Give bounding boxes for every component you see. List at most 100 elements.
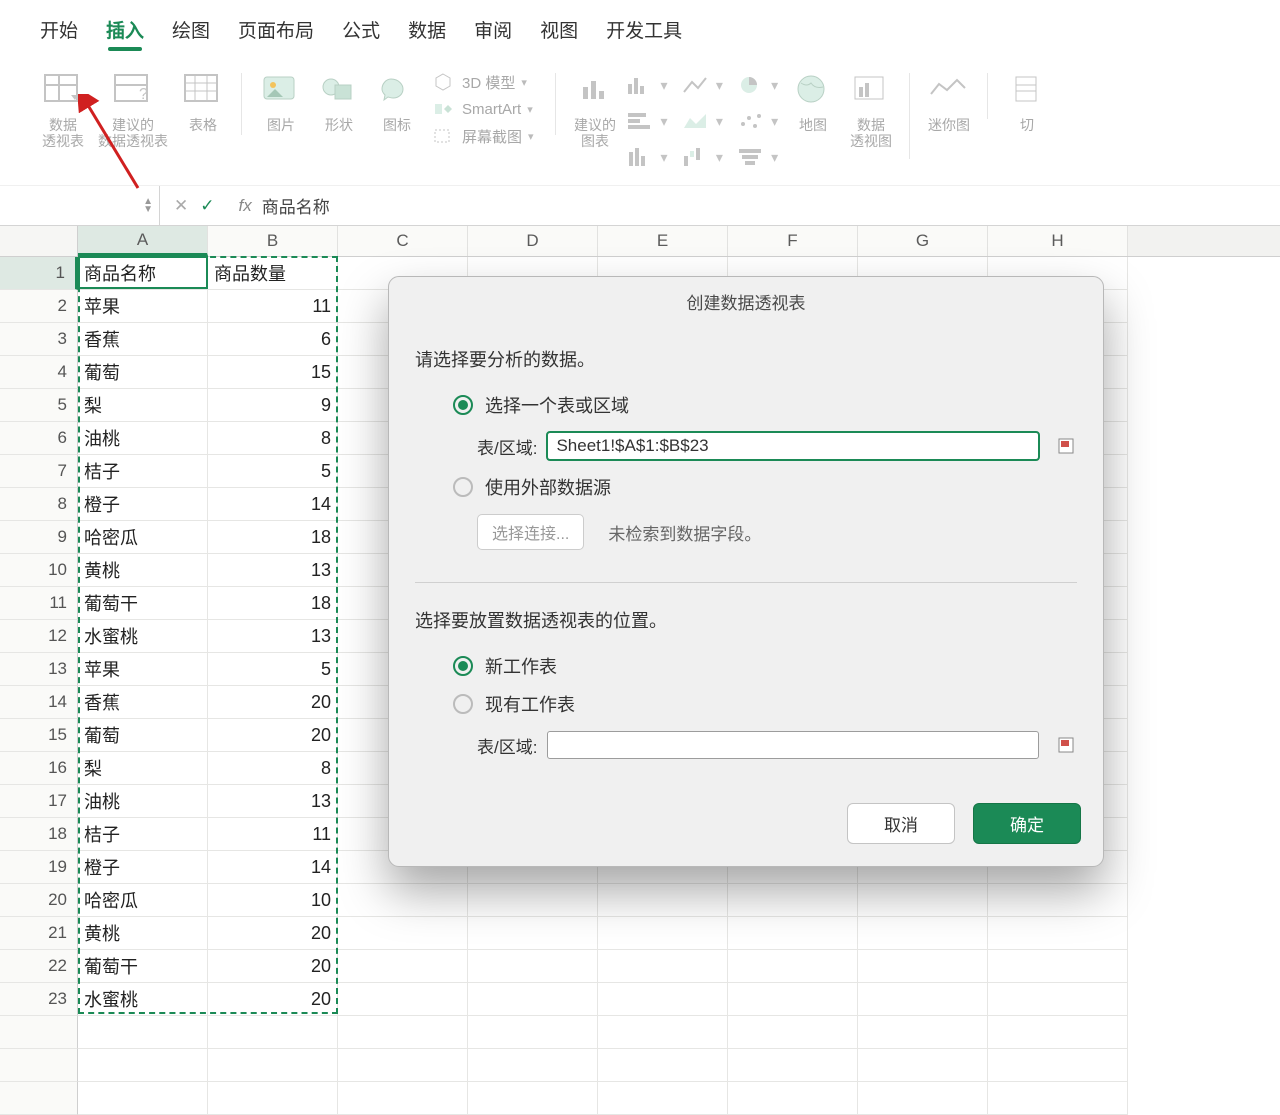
column-header-B[interactable]: B bbox=[208, 226, 338, 256]
cell[interactable]: 哈密瓜 bbox=[78, 884, 208, 917]
cell[interactable]: 5 bbox=[208, 653, 338, 686]
cell[interactable]: 桔子 bbox=[78, 818, 208, 851]
waterfall-icon[interactable]: ▾ bbox=[679, 143, 725, 171]
cell[interactable] bbox=[468, 884, 598, 917]
radio-external-source[interactable] bbox=[453, 477, 473, 497]
row-header[interactable]: 20 bbox=[0, 884, 78, 917]
cell[interactable]: 黄桃 bbox=[78, 917, 208, 950]
range-input[interactable] bbox=[547, 432, 1039, 460]
cell[interactable]: 葡萄干 bbox=[78, 587, 208, 620]
area-chart-icon[interactable]: ▾ bbox=[679, 107, 725, 135]
cell[interactable] bbox=[728, 917, 858, 950]
cell[interactable]: 11 bbox=[208, 290, 338, 323]
cell[interactable]: 黄桃 bbox=[78, 554, 208, 587]
tab-home[interactable]: 开始 bbox=[40, 16, 78, 51]
cell[interactable] bbox=[728, 983, 858, 1016]
cell[interactable] bbox=[728, 950, 858, 983]
column-header-G[interactable]: G bbox=[858, 226, 988, 256]
row-header[interactable]: 22 bbox=[0, 950, 78, 983]
cancel-button[interactable]: 取消 bbox=[847, 803, 955, 844]
formula-value[interactable]: 商品名称 bbox=[262, 193, 330, 218]
choose-connection-button[interactable]: 选择连接... bbox=[477, 514, 584, 550]
cell[interactable]: 8 bbox=[208, 422, 338, 455]
radio-select-range[interactable] bbox=[453, 395, 473, 415]
pivotchart-button[interactable]: 数据 透视图 bbox=[842, 67, 900, 149]
column-header-F[interactable]: F bbox=[728, 226, 858, 256]
cell[interactable]: 香蕉 bbox=[78, 323, 208, 356]
radio-existing-sheet[interactable] bbox=[453, 694, 473, 714]
radio-new-sheet[interactable] bbox=[453, 656, 473, 676]
row-header[interactable]: 1 bbox=[0, 257, 78, 290]
line-chart-icon[interactable]: ▾ bbox=[679, 71, 725, 99]
cell[interactable]: 13 bbox=[208, 620, 338, 653]
funnel-icon[interactable]: ▾ bbox=[735, 143, 781, 171]
rec-chart-button[interactable]: 建议的 图表 bbox=[566, 67, 624, 149]
tab-dev[interactable]: 开发工具 bbox=[606, 16, 682, 51]
shapes-button[interactable]: 形状 bbox=[310, 67, 368, 133]
cell[interactable]: 20 bbox=[208, 950, 338, 983]
pivottable-button[interactable]: 数据 透视表 bbox=[34, 67, 92, 149]
cell[interactable]: 苹果 bbox=[78, 653, 208, 686]
cell[interactable]: 哈密瓜 bbox=[78, 521, 208, 554]
cell[interactable]: 13 bbox=[208, 785, 338, 818]
cell[interactable] bbox=[988, 917, 1128, 950]
cell[interactable]: 油桃 bbox=[78, 422, 208, 455]
row-header[interactable]: 11 bbox=[0, 587, 78, 620]
cell[interactable]: 葡萄 bbox=[78, 356, 208, 389]
select-all-corner[interactable] bbox=[0, 226, 78, 256]
cell[interactable] bbox=[468, 983, 598, 1016]
cell[interactable]: 橙子 bbox=[78, 851, 208, 884]
cell[interactable]: 14 bbox=[208, 851, 338, 884]
cell[interactable] bbox=[728, 884, 858, 917]
column-header-A[interactable]: A bbox=[78, 226, 208, 256]
cell[interactable] bbox=[598, 917, 728, 950]
column-header-D[interactable]: D bbox=[468, 226, 598, 256]
tab-layout[interactable]: 页面布局 bbox=[238, 16, 314, 51]
hist-chart-icon[interactable]: ▾ bbox=[624, 143, 670, 171]
cell[interactable]: 油桃 bbox=[78, 785, 208, 818]
row-header[interactable]: 7 bbox=[0, 455, 78, 488]
map-button[interactable]: 地图 bbox=[784, 67, 842, 133]
icons-button[interactable]: 图标 bbox=[368, 67, 426, 133]
scatter-chart-icon[interactable]: ▾ bbox=[735, 107, 781, 135]
cell[interactable] bbox=[338, 884, 468, 917]
bar-chart-icon[interactable]: ▾ bbox=[624, 71, 670, 99]
tab-formulas[interactable]: 公式 bbox=[342, 16, 380, 51]
cell[interactable]: 9 bbox=[208, 389, 338, 422]
sparkline-button[interactable]: 迷你图 bbox=[920, 67, 978, 133]
smartart-button[interactable]: SmartArt▾ bbox=[426, 96, 546, 122]
cell[interactable]: 葡萄干 bbox=[78, 950, 208, 983]
tab-data[interactable]: 数据 bbox=[408, 16, 446, 51]
cell[interactable]: 苹果 bbox=[78, 290, 208, 323]
row-header[interactable]: 16 bbox=[0, 752, 78, 785]
cell[interactable]: 商品名称 bbox=[78, 257, 208, 290]
row-header[interactable]: 23 bbox=[0, 983, 78, 1016]
pie-chart-icon[interactable]: ▾ bbox=[735, 71, 781, 99]
row-header[interactable]: 2 bbox=[0, 290, 78, 323]
3dmodel-button[interactable]: 3D 模型▾ bbox=[426, 69, 546, 95]
row-header[interactable]: 19 bbox=[0, 851, 78, 884]
fx-label[interactable]: fx bbox=[229, 196, 262, 216]
confirm-entry-icon[interactable]: ✓ bbox=[200, 196, 214, 216]
row-header[interactable]: 15 bbox=[0, 719, 78, 752]
cell[interactable]: 桔子 bbox=[78, 455, 208, 488]
row-header[interactable]: 5 bbox=[0, 389, 78, 422]
cell[interactable]: 18 bbox=[208, 521, 338, 554]
tab-view[interactable]: 视图 bbox=[540, 16, 578, 51]
cell[interactable]: 11 bbox=[208, 818, 338, 851]
location-input[interactable] bbox=[547, 731, 1039, 759]
cell[interactable] bbox=[858, 950, 988, 983]
cell[interactable]: 水蜜桃 bbox=[78, 983, 208, 1016]
tab-insert[interactable]: 插入 bbox=[106, 16, 144, 51]
cell[interactable]: 20 bbox=[208, 917, 338, 950]
slicer-button[interactable]: 切 bbox=[998, 67, 1056, 133]
screenshot-button[interactable]: 屏幕截图▾ bbox=[426, 123, 546, 149]
cell[interactable]: 10 bbox=[208, 884, 338, 917]
cell[interactable]: 18 bbox=[208, 587, 338, 620]
cell[interactable] bbox=[338, 950, 468, 983]
row-header[interactable]: 13 bbox=[0, 653, 78, 686]
cell[interactable]: 6 bbox=[208, 323, 338, 356]
cell[interactable] bbox=[858, 917, 988, 950]
cell[interactable]: 香蕉 bbox=[78, 686, 208, 719]
hbar-chart-icon[interactable]: ▾ bbox=[624, 107, 670, 135]
